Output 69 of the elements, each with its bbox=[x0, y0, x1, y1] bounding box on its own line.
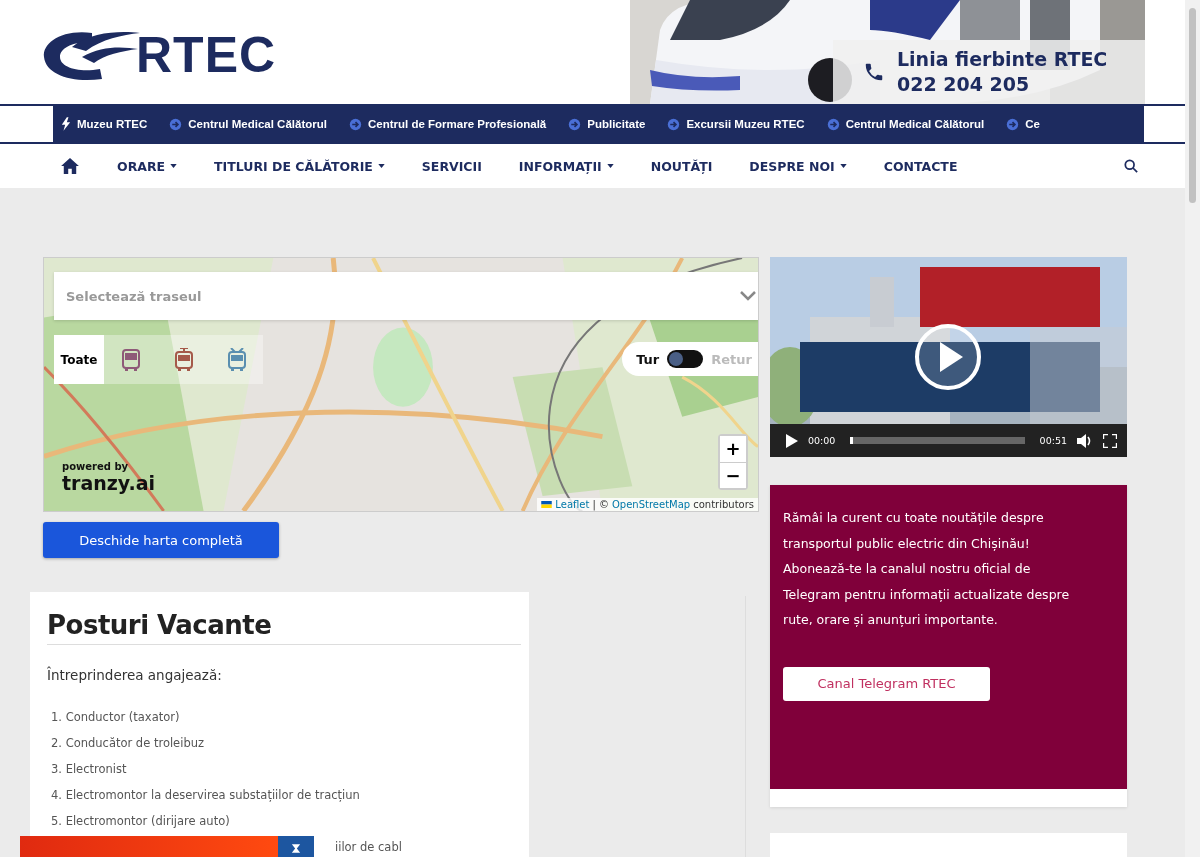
hourglass-icon bbox=[291, 844, 301, 853]
direction-label: Tur bbox=[636, 351, 660, 367]
arrow-circle-icon bbox=[568, 117, 582, 131]
arrow-circle-icon bbox=[169, 117, 183, 131]
nav-menu-item[interactable]: INFORMAȚII bbox=[518, 158, 614, 174]
caret-icon bbox=[170, 164, 178, 168]
video-player[interactable]: 00:00 00:51 bbox=[770, 257, 1127, 457]
ticker-link[interactable]: Centrul Medical Călătorul bbox=[826, 117, 985, 131]
volume-icon[interactable] bbox=[1077, 433, 1093, 448]
vacancy-item: iilor de cabl bbox=[335, 840, 402, 854]
caret-icon bbox=[377, 164, 385, 168]
telegram-text: Rămâi la curent cu toate noutățile despre transportul public electric din Chișinău! Abonează-te la canalul nostru oficial de Telegram pentru informații actualizate despre rute, orare și anunțuri importante. bbox=[783, 509, 1071, 629]
vehicle-filter-tab[interactable] bbox=[104, 335, 157, 384]
phone-icon bbox=[863, 61, 885, 83]
nav-menu-item[interactable]: ORARE bbox=[117, 158, 178, 174]
flag-icon bbox=[541, 501, 553, 508]
nav-menu-item[interactable]: NOUTĂȚI bbox=[650, 158, 713, 174]
ticker-link[interactable]: Muzeu RTEC bbox=[61, 117, 148, 131]
arrow-circle-icon bbox=[667, 117, 681, 131]
vacancy-item: 1. Conductor (taxator) bbox=[51, 710, 180, 724]
search-icon[interactable] bbox=[1124, 159, 1138, 173]
ticker-link[interactable]: Ce bbox=[1006, 117, 1040, 131]
current-time: 00:00 bbox=[808, 435, 836, 446]
play-overlay-icon[interactable] bbox=[913, 322, 983, 392]
openstreetmap-link[interactable]: OpenStreetMap bbox=[612, 499, 691, 510]
telegram-button[interactable]: Canal Telegram RTEC bbox=[783, 666, 990, 701]
attribution-text: | © bbox=[592, 499, 609, 510]
chevron-down-icon bbox=[740, 291, 756, 301]
vacancy-item: 3. Electronist bbox=[51, 762, 127, 776]
play-icon[interactable] bbox=[786, 433, 798, 448]
scrollbar[interactable] bbox=[1185, 0, 1200, 857]
caret-icon bbox=[606, 164, 614, 168]
chat-button[interactable] bbox=[278, 836, 314, 857]
ticker-link[interactable]: Publicitate bbox=[568, 117, 646, 131]
vacancy-item: 5. Electromontor (dirijare auto) bbox=[51, 814, 230, 828]
logo-text: RTEC bbox=[136, 26, 277, 84]
ticker-link[interactable]: Centrul Medical Călătorul bbox=[169, 117, 327, 131]
ticker-link[interactable]: Centrul de Formare Profesională bbox=[348, 117, 547, 131]
vehicle-filter-tab[interactable]: Toate bbox=[54, 335, 104, 384]
vacancies-title: Posturi Vacante bbox=[47, 610, 521, 645]
hotline-phone[interactable]: 022 204 205 bbox=[897, 72, 1108, 97]
ticker-link[interactable]: Excursii Muzeu RTEC bbox=[667, 117, 805, 131]
attribution-text: contributors bbox=[693, 499, 754, 510]
bolt-icon bbox=[61, 117, 71, 131]
home-icon[interactable] bbox=[61, 158, 79, 174]
progress-track[interactable] bbox=[850, 437, 1025, 444]
direction-label: Retur bbox=[711, 351, 752, 367]
brand-logo[interactable]: tranzy.ai bbox=[62, 472, 156, 494]
powered-by-label: powered by bbox=[62, 461, 130, 472]
caret-icon bbox=[839, 164, 847, 168]
nav-menu-item[interactable]: CONTACTE bbox=[883, 158, 958, 174]
vacancy-item: 4. Electromontor la deservirea substațiilor de tracțiun bbox=[51, 788, 360, 802]
leaflet-link[interactable]: Leaflet bbox=[555, 499, 590, 510]
logo[interactable]: RTEC bbox=[42, 6, 277, 104]
nav-menu-item[interactable]: SERVICII bbox=[421, 158, 482, 174]
arrow-circle-icon bbox=[1006, 117, 1020, 131]
nav-menu-item[interactable]: DESPRE NOI bbox=[749, 158, 847, 174]
direction-toggle[interactable] bbox=[667, 350, 704, 368]
arrow-circle-icon bbox=[348, 117, 362, 131]
nav-menu-item[interactable]: TITLURI DE CĂLĂTORIE bbox=[214, 158, 385, 174]
duration-time: 00:51 bbox=[1039, 435, 1067, 446]
vacancy-item: 2. Conducător de troleibuz bbox=[51, 736, 204, 750]
intro-text: Întreprinderea angajează: bbox=[47, 667, 223, 683]
zoom-out-button[interactable]: − bbox=[720, 462, 746, 488]
arrow-circle-icon bbox=[826, 117, 840, 131]
fullscreen-icon[interactable] bbox=[1103, 433, 1117, 448]
vehicle-filter-tab[interactable] bbox=[210, 335, 263, 384]
hotline-title: Linia fierbinte RTEC bbox=[897, 47, 1108, 72]
open-map-button[interactable]: Deschide harta completă bbox=[43, 522, 279, 558]
